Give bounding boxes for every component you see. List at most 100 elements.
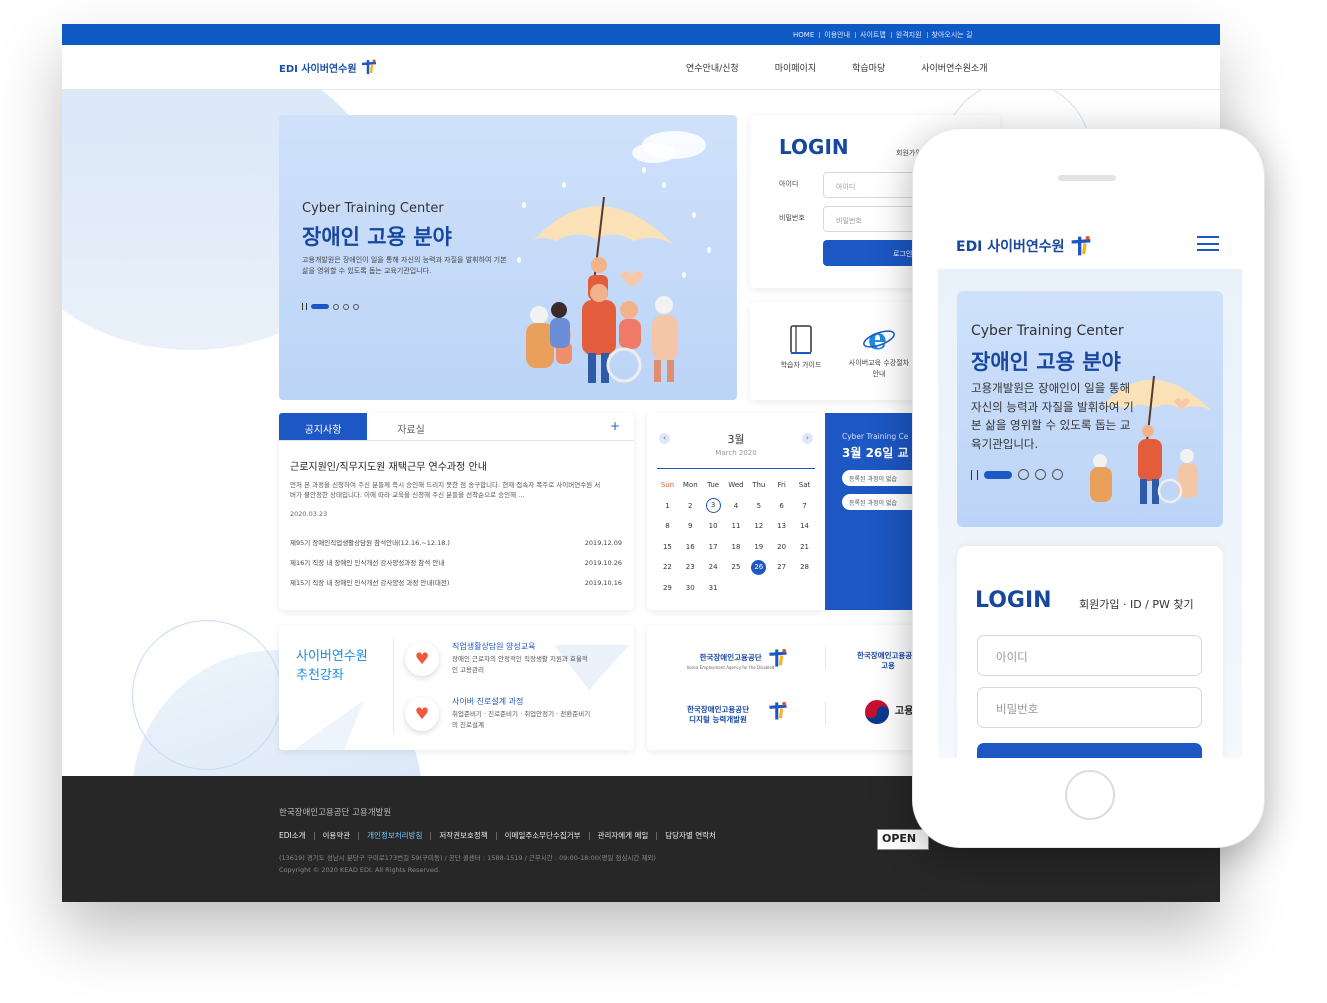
util-link-remote[interactable]: 원격지원 [890,30,927,40]
partner-logo[interactable]: 한국장애인고용공단 고용 [857,651,919,671]
calendar-day[interactable]: 27 [770,557,793,578]
footer-link[interactable]: 관리자에게 메일 [598,832,658,840]
partner-logo[interactable]: 고용 [895,707,913,717]
calendar-day[interactable]: 22 [656,557,679,578]
partner-sub: 디지털 능력개발원 [689,715,747,724]
open-license-badge: OPEN [877,829,929,850]
tab-notice[interactable]: 공지사항 [279,413,367,440]
tab-archive[interactable]: 자료실 [367,413,455,440]
calendar-day-today[interactable]: 3 [702,496,725,517]
partner-logos: 한국장애인고용공단 Korea Employment Agency for the… [647,625,925,750]
pager-dot[interactable] [1018,469,1029,480]
calendar-day[interactable]: 7 [793,496,816,517]
calendar-day[interactable]: 2 [679,496,702,517]
calendar-day[interactable]: 21 [793,537,816,558]
partner-name: 한국장애인고용공단 [699,653,762,662]
weekday: Sat [798,481,811,490]
util-link-home[interactable]: HOME [788,31,819,39]
calendar-day[interactable]: 8 [656,516,679,537]
notice-board: 공지사항 자료실 + 근로지원인/직무지도원 재택근무 연수과정 안내 먼저 본… [279,413,634,610]
menu-course[interactable]: 연수안내/신청 [686,61,739,74]
mobile-id-input[interactable]: 아이디 [977,635,1202,676]
logo-text: EDI 사이버연수원 [279,63,357,75]
edi-mark-icon [769,648,787,667]
calendar-day[interactable]: 28 [793,557,816,578]
pager-dot[interactable] [1035,469,1046,480]
calendar-day[interactable]: 18 [725,537,748,558]
calendar-day[interactable]: 6 [770,496,793,517]
menu-mypage[interactable]: 마이페이지 [775,61,816,74]
mobile-login-links[interactable]: 회원가입 · ID / PW 찾기 [1079,596,1194,612]
footer-link[interactable]: 이용약관 [323,832,360,840]
calendar-day[interactable]: 24 [702,557,725,578]
calendar-day[interactable]: 25 [725,557,748,578]
util-link-directions[interactable]: 찾아오시는 길 [926,30,978,40]
mobile-login-button[interactable] [977,743,1202,758]
pager-dot[interactable] [333,303,339,310]
deco-ring [132,620,282,770]
next-month-chevron-icon[interactable]: › [802,433,813,444]
util-link-sitemap[interactable]: 사이트맵 [855,30,891,40]
pager-dot-active[interactable] [984,470,1012,479]
calendar-month-en: March 2020 [715,449,757,457]
list-item[interactable]: 제95기 장애인직업생활상담원 참석안내(12.16.~12.18.) 2019.… [290,538,622,558]
util-link-guide[interactable]: 이용안내 [819,30,855,40]
calendar: ‹ 3월 March 2020 › Sun Mon Tue Wed Thu Fr… [647,413,825,610]
course-title[interactable]: 사이버 진로설계 과정 [452,696,523,707]
footer-link[interactable]: 담당자별 연락처 [665,832,724,840]
quick-link-procedure[interactable]: e 사이버교육 수강절차안내 [848,322,910,380]
calendar-day[interactable]: 5 [747,496,770,517]
hamburger-menu-icon[interactable] [1197,236,1219,251]
svg-text:e: e [868,322,887,354]
pager-dot[interactable] [1052,469,1063,480]
calendar-day[interactable]: 13 [770,516,793,537]
pager-dot[interactable] [343,303,349,310]
calendar-day[interactable]: 23 [679,557,702,578]
partner-logo[interactable]: 한국장애인고용공단 Korea Employment Agency for the… [687,653,774,673]
calendar-day[interactable]: 11 [725,516,748,537]
pause-icon[interactable] [302,303,307,310]
course-title[interactable]: 직업생활상담원 양성교육 [452,641,536,652]
course-desc: 장애인 근로자의 안정적인 직장생활 지원과 효율적인 고용관리 [452,655,588,674]
calendar-day[interactable]: 31 [702,578,725,599]
calendar-day[interactable]: 12 [747,516,770,537]
menu-learning[interactable]: 학습마당 [852,61,885,74]
calendar-day[interactable]: 20 [770,537,793,558]
mobile-logo[interactable]: EDI 사이버연수원 [956,235,1093,257]
pause-icon[interactable] [971,469,978,480]
pager-dot-active[interactable] [311,304,329,309]
footer-link[interactable]: EDI소개 [279,832,315,840]
quick-link-guide[interactable]: 학습자 가이드 [768,324,834,371]
calendar-day[interactable]: 4 [725,496,748,517]
calendar-day[interactable]: 9 [679,516,702,537]
calendar-day[interactable]: 14 [793,516,816,537]
calendar-day[interactable]: 1 [656,496,679,517]
calendar-day[interactable]: 30 [679,578,702,599]
calendar-day[interactable]: 15 [656,537,679,558]
mobile-pw-input[interactable]: 비밀번호 [977,687,1202,728]
calendar-day[interactable]: 19 [747,537,770,558]
pager-dot[interactable] [353,303,359,310]
mobile-screen: EDI 사이버연수원 Cyber Training Center 장애인 고용 … [938,221,1242,758]
calendar-day-selected[interactable]: 26 [747,557,770,578]
footer-link-privacy[interactable]: 개인정보처리방침 [367,832,432,840]
list-item[interactable]: 제16기 직장 내 장애인 인식개선 강사양성과정 참석 안내 2019.10.2… [290,558,622,578]
footer-link[interactable]: 이메일주소무단수집거부 [505,832,590,840]
calendar-day[interactable]: 17 [702,537,725,558]
footer-link[interactable]: 저작권보호정책 [439,832,497,840]
selected-marker: 26 [751,559,767,575]
phone-speaker [1058,175,1116,181]
calendar-day[interactable]: 29 [656,578,679,599]
site-logo[interactable]: EDI 사이버연수원 [279,59,378,75]
list-item[interactable]: 제15기 직장 내 장애인 인식개선 강사양성 과정 안내(대전) 2019.10… [290,578,622,598]
calendar-day[interactable]: 16 [679,537,702,558]
more-plus-icon[interactable]: + [610,419,620,433]
mobile-hero-pager [971,469,1063,480]
calendar-day[interactable]: 10 [702,516,725,537]
featured-notice-title[interactable]: 근로지원인/직무지도원 재택근무 연수과정 안내 [290,458,487,473]
partner-logo[interactable]: 한국장애인고용공단 디지털 능력개발원 [687,705,749,725]
menu-about[interactable]: 사이버연수원소개 [921,61,987,74]
footer-org-name: 한국장애인고용공단 고용개발원 [279,808,392,818]
calendar-day [770,578,793,599]
book-icon [790,325,812,354]
